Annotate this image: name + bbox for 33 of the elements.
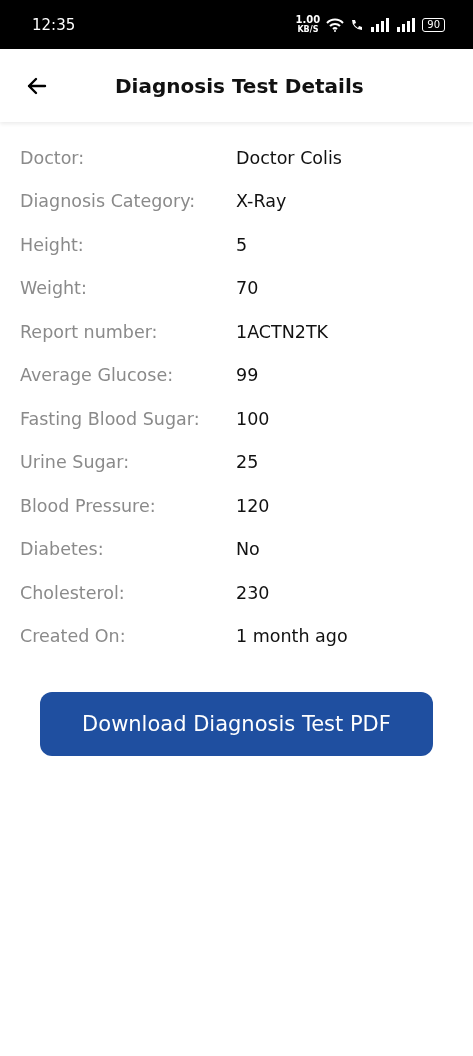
field-label: Fasting Blood Sugar: — [20, 408, 201, 429]
field-value: 1ACTN2TK — [236, 321, 329, 342]
field-label: Weight: — [20, 278, 88, 299]
field-value: 100 — [236, 408, 270, 429]
wifi-icon — [326, 17, 345, 32]
field-value: No — [236, 539, 260, 560]
signal-icon — [370, 17, 391, 32]
field-label: Blood Pressure: — [20, 495, 157, 516]
field-value: 25 — [236, 452, 259, 473]
field-label: Cholesterol: — [20, 582, 126, 603]
field-label: Doctor: — [20, 147, 86, 168]
page-title: Diagnosis Test Details — [115, 73, 364, 98]
field-value: Doctor Colis — [236, 147, 342, 168]
field-label: Diagnosis Category: — [20, 191, 197, 212]
field-value: 230 — [236, 582, 270, 603]
battery-indicator: 90 — [422, 17, 445, 32]
field-value: X-Ray — [236, 191, 287, 212]
field-label: Average Glucose: — [20, 365, 175, 386]
field-label: Created On: — [20, 626, 127, 647]
field-value: 120 — [236, 495, 270, 516]
download-button[interactable]: Download Diagnosis Test PDF — [40, 692, 433, 756]
field-value: 1 month ago — [236, 626, 348, 647]
signal-icon — [396, 17, 417, 32]
field-label: Urine Sugar: — [20, 452, 131, 473]
status-time: 12:35 — [32, 15, 76, 34]
field-value: 70 — [236, 278, 259, 299]
phone-icon — [350, 17, 365, 32]
field-label: Report number: — [20, 321, 159, 342]
field-value: 99 — [236, 365, 259, 386]
network-speed: 1.00 KB/S — [295, 15, 321, 34]
field-label: Diabetes: — [20, 539, 105, 560]
field-value: 5 — [236, 234, 248, 255]
field-label: Height: — [20, 234, 85, 255]
